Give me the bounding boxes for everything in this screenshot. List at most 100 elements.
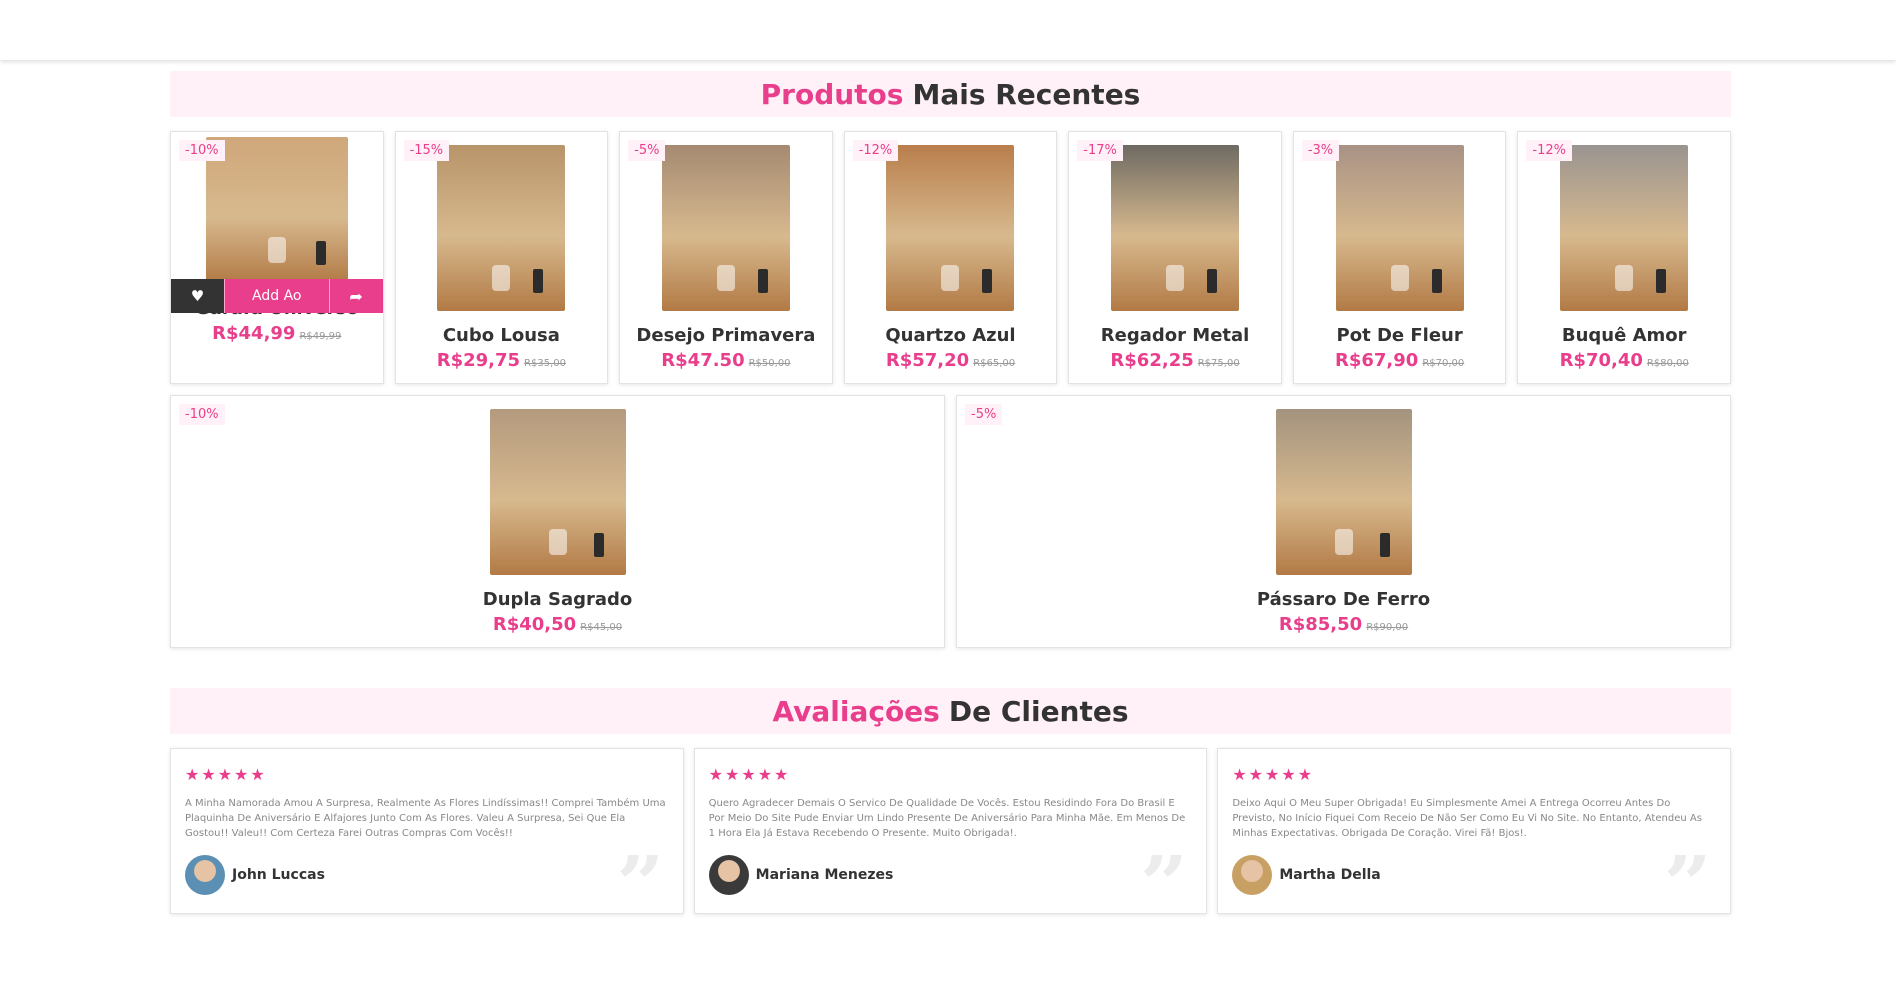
product-card[interactable]: -10% Dupla Sagrado R$40,50 R$45,00 [170, 395, 945, 648]
product-action-bar: ♥ Add Ao ➦ [171, 279, 383, 313]
quote-icon: ” [1664, 855, 1712, 903]
product-prices: R$62,25 R$75,00 [1069, 350, 1281, 371]
reviews-grid: ★★★★★ A Minha Namorada Amou A Surpresa, R… [170, 748, 1731, 914]
product-prices: R$70,40 R$80,00 [1518, 350, 1730, 371]
vase-shape [716, 265, 735, 291]
product-prices: R$29,75 R$35,00 [396, 350, 608, 371]
product-price: R$40,50 [492, 614, 577, 635]
product-image[interactable] [661, 145, 790, 311]
product-name[interactable]: Dupla Sagrado [171, 589, 944, 610]
product-prices: R$67,90 R$70,00 [1294, 350, 1506, 371]
product-old-price: R$90,00 [1366, 622, 1409, 633]
vase-shape [1166, 265, 1185, 291]
product-card[interactable]: -5% Pássaro De Ferro R$85,50 R$90,00 [956, 395, 1731, 648]
review-text: A Minha Namorada Amou A Surpresa, Realme… [185, 798, 666, 839]
product-image[interactable] [1335, 145, 1464, 311]
discount-badge: -10% [179, 404, 225, 425]
product-name[interactable]: Desejo Primavera [620, 325, 832, 346]
products-row-2: -10% Dupla Sagrado R$40,50 R$45,00 -5% Pássar… [170, 395, 1731, 648]
product-image[interactable] [1560, 145, 1689, 311]
vase-shape [548, 529, 567, 555]
product-old-price: R$70,00 [1422, 358, 1465, 369]
product-image[interactable] [1111, 145, 1240, 311]
product-old-price: R$50,00 [748, 358, 791, 369]
author-name: Mariana Menezes [755, 867, 894, 883]
bottle-shape [1379, 533, 1390, 557]
product-old-price: R$80,00 [1646, 358, 1689, 369]
reviews-heading: Avaliações De Clientes [170, 688, 1731, 734]
review-card: ★★★★★ Quero Agradecer Demais O Servico De… [693, 748, 1208, 914]
avatar [185, 855, 225, 895]
quote-icon: ” [1140, 855, 1188, 903]
product-name[interactable]: Pássaro De Ferro [957, 589, 1730, 610]
bottle-shape [1431, 269, 1442, 293]
vase-shape [1334, 529, 1353, 555]
wishlist-button[interactable]: ♥ [171, 279, 224, 313]
discount-badge: -5% [965, 404, 1003, 425]
main-content: Produtos Mais Recentes -10%♥Add Ao➦Garaf… [170, 71, 1731, 914]
review-text: Deixo Aqui O Meu Super Obrigada! Eu Simp… [1232, 798, 1702, 839]
product-old-price: R$49,99 [299, 331, 342, 342]
review-card: ★★★★★ Deixo Aqui O Meu Super Obrigada! Eu… [1217, 748, 1731, 914]
product-image[interactable] [437, 145, 566, 311]
rating-stars: ★★★★★ [185, 765, 267, 784]
review-author: John Luccas [185, 855, 669, 895]
product-old-price: R$65,00 [973, 358, 1016, 369]
product-price: R$62,25 [1110, 350, 1194, 371]
product-card[interactable]: -15% Cubo Lousa R$29,75 R$35,00 [394, 131, 609, 384]
product-name[interactable]: Cubo Lousa [396, 325, 608, 346]
discount-badge: -12% [1526, 140, 1573, 161]
product-prices: R$57,20 R$65,00 [845, 350, 1057, 371]
product-prices: R$40,50 R$45,00 [171, 614, 944, 635]
product-old-price: R$45,00 [580, 622, 623, 633]
product-card[interactable]: -5% Desejo Primavera R$47.50 R$50,00 [619, 131, 833, 384]
product-image[interactable] [489, 409, 626, 575]
bottle-shape [315, 241, 326, 265]
review-text: Quero Agradecer Demais O Servico De Qual… [708, 798, 1186, 839]
discount-badge: -12% [852, 140, 899, 161]
product-card[interactable]: -3% Pot De Fleur R$67,90 R$70,00 [1292, 131, 1507, 384]
discount-badge: -10% [179, 140, 225, 161]
review-card: ★★★★★ A Minha Namorada Amou A Surpresa, R… [170, 748, 684, 914]
product-name[interactable]: Regador Metal [1069, 325, 1281, 346]
bottle-shape [593, 533, 604, 557]
product-image[interactable] [886, 145, 1015, 311]
bottle-shape [1207, 269, 1218, 293]
product-price: R$47.50 [661, 350, 745, 371]
avatar [1232, 855, 1273, 895]
heading-accent: Avaliações [772, 694, 940, 728]
discount-badge: -15% [403, 140, 450, 161]
product-old-price: R$75,00 [1197, 358, 1240, 369]
add-to-cart-button[interactable]: Add Ao [224, 279, 330, 313]
top-navbar [0, 0, 1896, 60]
products-row-1: -10%♥Add Ao➦Garafa UniversoR$44,99R$49,9… [170, 131, 1731, 384]
bottle-shape [533, 269, 544, 293]
product-price: R$85,50 [1278, 614, 1363, 635]
vase-shape [267, 237, 286, 263]
discount-badge: -5% [628, 140, 666, 161]
heading-accent: Produtos [760, 77, 904, 111]
rating-stars: ★★★★★ [1232, 765, 1315, 784]
vase-shape [1390, 265, 1409, 291]
product-card[interactable]: -10%♥Add Ao➦Garafa UniversoR$44,99R$49,9… [170, 131, 384, 384]
product-image[interactable] [205, 137, 348, 283]
product-card[interactable]: -17% Regador Metal R$62,25 R$75,00 [1068, 131, 1282, 384]
product-name[interactable]: Quartzo Azul [845, 325, 1057, 346]
product-card[interactable]: -12% Buquê Amor R$70,40 R$80,00 [1517, 131, 1731, 384]
heading-rest: De Clientes [948, 694, 1129, 728]
share-button[interactable]: ➦ [329, 279, 383, 313]
product-name[interactable]: Pot De Fleur [1294, 325, 1506, 346]
product-price: R$57,20 [885, 350, 970, 371]
bottle-shape [982, 269, 993, 293]
vase-shape [1615, 265, 1634, 291]
product-card[interactable]: -12% Quartzo Azul R$57,20 R$65,00 [843, 131, 1058, 384]
product-image[interactable] [1275, 409, 1412, 575]
product-prices: R$44,99 R$49,99 [171, 323, 383, 344]
review-author: Martha Della [1232, 855, 1716, 895]
author-name: John Luccas [232, 867, 325, 883]
product-price: R$70,40 [1559, 350, 1643, 371]
discount-badge: -3% [1301, 140, 1340, 161]
product-name[interactable]: Buquê Amor [1518, 325, 1730, 346]
bottle-shape [1656, 269, 1667, 293]
review-author: Mariana Menezes [708, 855, 1193, 895]
